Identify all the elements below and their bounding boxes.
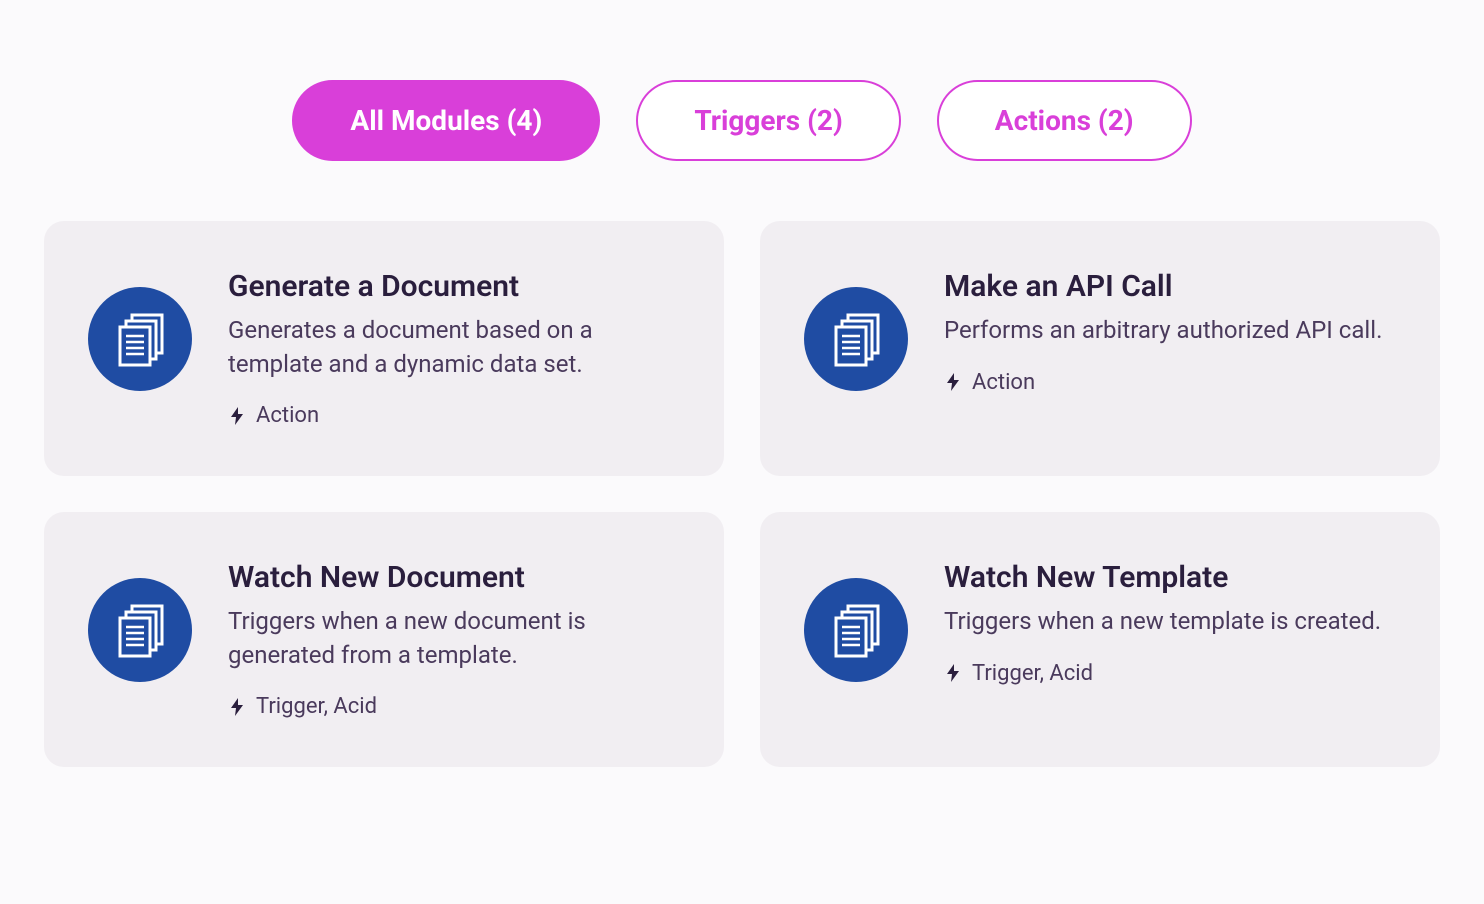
card-title: Watch New Document — [228, 560, 680, 595]
card-type: Trigger, Acid — [228, 694, 680, 719]
documents-icon — [804, 578, 908, 682]
tabs-container: All Modules (4) Triggers (2) Actions (2) — [40, 80, 1444, 161]
bolt-icon — [228, 698, 246, 716]
card-generate-document[interactable]: Generate a Document Generates a document… — [44, 221, 724, 476]
card-description: Performs an arbitrary authorized API cal… — [944, 314, 1396, 348]
card-description: Triggers when a new template is created. — [944, 605, 1396, 639]
card-type-label: Action — [972, 370, 1035, 395]
card-content: Watch New Template Triggers when a new t… — [944, 560, 1396, 686]
cards-grid: Generate a Document Generates a document… — [40, 221, 1444, 767]
card-type: Trigger, Acid — [944, 661, 1396, 686]
card-type-label: Trigger, Acid — [256, 694, 377, 719]
card-content: Make an API Call Performs an arbitrary a… — [944, 269, 1396, 395]
card-description: Generates a document based on a template… — [228, 314, 680, 381]
tab-triggers[interactable]: Triggers (2) — [636, 80, 900, 161]
card-type: Action — [228, 403, 680, 428]
card-type-label: Trigger, Acid — [972, 661, 1093, 686]
card-content: Watch New Document Triggers when a new d… — [228, 560, 680, 719]
bolt-icon — [228, 407, 246, 425]
card-title: Generate a Document — [228, 269, 680, 304]
tab-all-modules[interactable]: All Modules (4) — [292, 80, 600, 161]
card-type-label: Action — [256, 403, 319, 428]
card-description: Triggers when a new document is generate… — [228, 605, 680, 672]
documents-icon — [88, 287, 192, 391]
card-watch-new-template[interactable]: Watch New Template Triggers when a new t… — [760, 512, 1440, 767]
documents-icon — [804, 287, 908, 391]
bolt-icon — [944, 373, 962, 391]
documents-icon — [88, 578, 192, 682]
card-title: Watch New Template — [944, 560, 1396, 595]
tab-actions[interactable]: Actions (2) — [937, 80, 1192, 161]
card-watch-new-document[interactable]: Watch New Document Triggers when a new d… — [44, 512, 724, 767]
card-type: Action — [944, 370, 1396, 395]
card-content: Generate a Document Generates a document… — [228, 269, 680, 428]
card-title: Make an API Call — [944, 269, 1396, 304]
bolt-icon — [944, 664, 962, 682]
card-make-api-call[interactable]: Make an API Call Performs an arbitrary a… — [760, 221, 1440, 476]
